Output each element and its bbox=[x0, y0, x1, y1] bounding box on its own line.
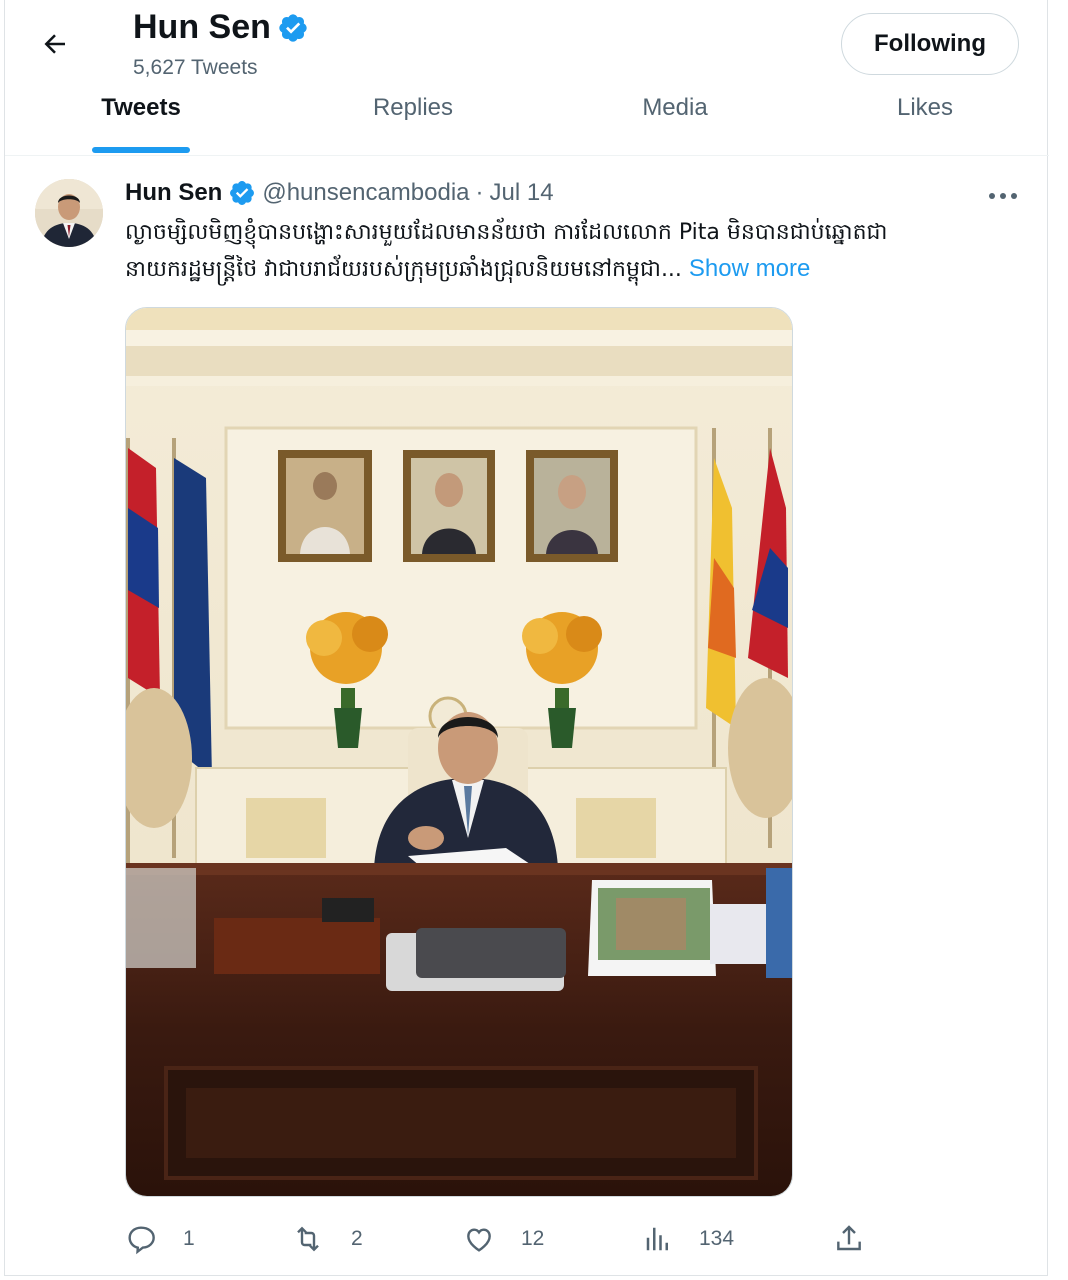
views-icon bbox=[646, 1227, 668, 1251]
office-photo bbox=[126, 308, 792, 1196]
share-icon bbox=[837, 1225, 861, 1251]
like-button[interactable]: 12 bbox=[463, 1217, 544, 1261]
reply-count: 1 bbox=[183, 1227, 195, 1250]
verified-badge-icon bbox=[230, 181, 255, 205]
tweet-meta: Hun Sen @hunsencambodia · Jul 14 bbox=[125, 179, 554, 207]
tab-likes[interactable]: Likes bbox=[880, 82, 970, 155]
share-button[interactable] bbox=[833, 1217, 865, 1261]
show-more-link[interactable]: Show more bbox=[689, 255, 810, 282]
avatar-image bbox=[35, 179, 103, 247]
meta-separator: · bbox=[475, 179, 484, 206]
profile-tabs: Tweets Replies Media Likes bbox=[5, 82, 1049, 155]
active-tab-indicator bbox=[92, 147, 190, 153]
tweet[interactable]: Hun Sen @hunsencambodia · Jul 14 ល្ងាចម្… bbox=[5, 157, 1049, 1275]
retweet-button[interactable]: 2 bbox=[291, 1217, 363, 1261]
retweet-icon bbox=[297, 1226, 319, 1252]
more-button[interactable] bbox=[983, 181, 1023, 211]
reply-button[interactable]: 1 bbox=[125, 1217, 195, 1261]
more-horizontal-icon bbox=[989, 193, 1017, 199]
tab-replies[interactable]: Replies bbox=[353, 82, 473, 155]
profile-header: Hun Sen 5,627 Tweets Following Tweets Re… bbox=[5, 0, 1049, 156]
tab-tweets[interactable]: Tweets bbox=[92, 82, 190, 155]
author-name[interactable]: Hun Sen bbox=[125, 179, 222, 207]
profile-page: Hun Sen 5,627 Tweets Following Tweets Re… bbox=[4, 0, 1049, 1276]
tweet-count: 5,627 Tweets bbox=[133, 56, 258, 79]
reply-icon bbox=[128, 1226, 155, 1255]
back-button[interactable] bbox=[33, 22, 77, 66]
profile-name: Hun Sen bbox=[133, 8, 271, 46]
retweet-count: 2 bbox=[351, 1227, 363, 1250]
like-count: 12 bbox=[521, 1227, 545, 1250]
tab-media[interactable]: Media bbox=[620, 82, 730, 155]
tweet-text-line-1: ល្ងាចម្សិលមិញខ្ញុំបានបង្ហោះសារមួយដែលមានន… bbox=[125, 220, 888, 245]
arrow-left-icon bbox=[44, 34, 65, 54]
tweet-text: ល្ងាចម្សិលមិញខ្ញុំបានបង្ហោះសារមួយដែលមានន… bbox=[125, 215, 1025, 288]
avatar[interactable] bbox=[35, 179, 103, 247]
views-count: 134 bbox=[699, 1227, 735, 1250]
tweet-actions: 1 2 12 134 bbox=[125, 1217, 1025, 1261]
heart-icon bbox=[467, 1228, 491, 1252]
author-handle[interactable]: @hunsencambodia bbox=[262, 179, 469, 207]
views-button[interactable]: 134 bbox=[643, 1217, 734, 1261]
verified-badge-icon bbox=[279, 13, 307, 42]
following-button[interactable]: Following bbox=[841, 13, 1019, 75]
profile-name-row: Hun Sen bbox=[133, 8, 309, 47]
tweet-photo[interactable] bbox=[125, 307, 793, 1197]
tweet-text-line-2: នាយករដ្ឋមន្ត្រីថៃ វាជាបរាជ័យរបស់ក្រុមប្រ… bbox=[125, 257, 682, 282]
tweet-date[interactable]: Jul 14 bbox=[490, 179, 554, 207]
